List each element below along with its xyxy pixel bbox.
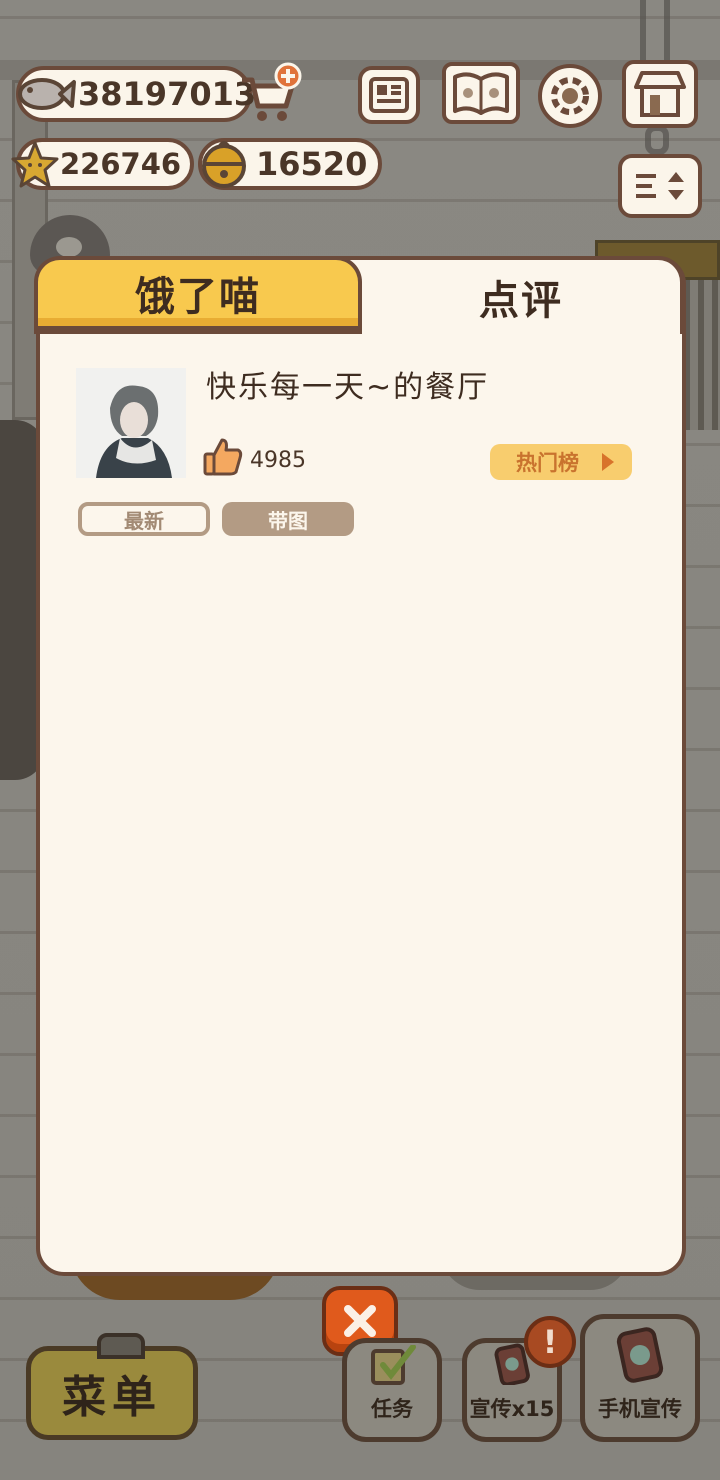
hanging-chain xyxy=(640,0,670,60)
star-icon xyxy=(10,140,60,190)
phone-paw-icon xyxy=(616,1327,664,1383)
tab-eleme-label: 饿了喵 xyxy=(135,274,261,320)
menu-label: 菜单 xyxy=(62,1372,162,1423)
promo-label: 宣传x15 xyxy=(469,1397,555,1421)
fish-icon xyxy=(14,68,76,120)
thumbs-up-icon xyxy=(202,436,244,478)
menu-button[interactable]: 菜单 xyxy=(26,1333,198,1440)
arrow-right-icon xyxy=(602,453,614,471)
filter-with-image-label: 带图 xyxy=(268,508,308,533)
like-count: 4985 xyxy=(250,448,306,473)
cart-plus-icon[interactable] xyxy=(236,62,304,126)
paw-book-icon xyxy=(453,72,509,115)
shop-button[interactable] xyxy=(622,60,698,128)
alert-icon: ! xyxy=(524,1316,576,1368)
bell-count: 16520 xyxy=(256,145,368,183)
scroll-toggle-button[interactable] xyxy=(618,154,702,218)
tab-review-label: 点评 xyxy=(479,278,563,324)
bell-icon xyxy=(198,138,250,190)
fish-count: 38197013 xyxy=(78,75,257,113)
filter-latest-label: 最新 xyxy=(124,508,164,533)
newspaper-icon xyxy=(369,77,409,113)
gear-icon xyxy=(551,77,589,115)
star-count: 226746 xyxy=(60,147,182,181)
settings-button[interactable] xyxy=(538,64,602,128)
newspaper-button[interactable] xyxy=(358,66,420,124)
hanging-chain-link xyxy=(645,125,669,155)
restaurant-avatar xyxy=(76,368,186,478)
tab-review[interactable]: 点评 xyxy=(362,256,684,334)
cage-bars xyxy=(684,280,720,430)
hot-list-label: 热门榜 xyxy=(516,451,579,475)
restaurant-name: 快乐每一天~的餐厅 xyxy=(206,370,490,405)
phone-promo-button[interactable]: 手机宣传 xyxy=(580,1314,700,1442)
clipboard-check-icon xyxy=(371,1345,416,1385)
hot-list-button[interactable]: 热门榜 xyxy=(490,444,632,480)
filter-latest[interactable]: 最新 xyxy=(78,502,210,536)
filter-with-image[interactable]: 带图 xyxy=(222,502,354,536)
tasks-button[interactable]: 任务 xyxy=(342,1338,442,1442)
recipe-book-button[interactable] xyxy=(442,62,520,124)
phone-promo-label: 手机宣传 xyxy=(598,1397,682,1421)
tasks-label: 任务 xyxy=(371,1397,413,1421)
shop-icon xyxy=(634,71,686,117)
scroll-toggle-icon xyxy=(636,172,684,200)
close-icon xyxy=(344,1305,376,1337)
tab-eleme[interactable]: 饿了喵 xyxy=(34,256,362,334)
